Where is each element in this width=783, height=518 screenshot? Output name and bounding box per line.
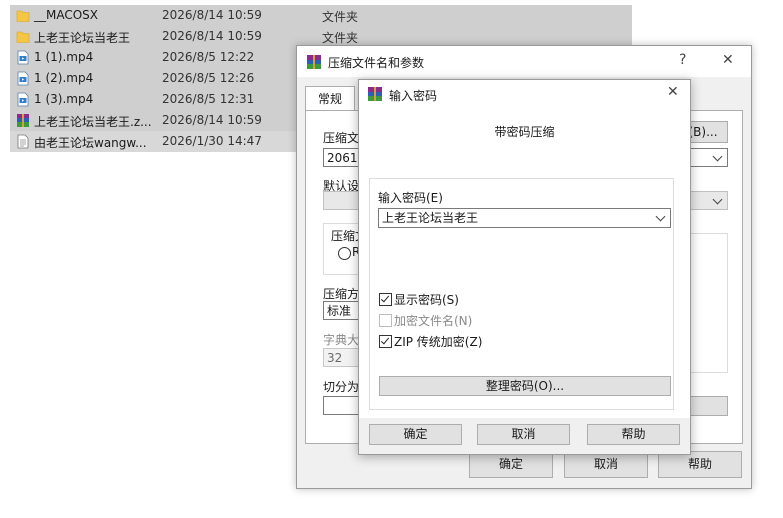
ok-button[interactable]: 确定 [469,451,553,478]
winrar-icon [368,87,382,101]
cancel-button[interactable]: 取消 [477,424,570,445]
password-group: 输入密码(E) 上老王论坛当老王 显示密码(S) 加密文件名(N) ZIP 传统… [369,178,674,410]
file-row[interactable]: __MACOSX 2026/8/14 10:59 文件夹 [10,5,632,26]
file-name: 1 (3).mp4 [34,92,94,106]
ok-button[interactable]: 确定 [369,424,462,445]
archive-name-label: 压缩文 [323,131,360,145]
file-date: 2026/8/14 10:59 [162,29,262,43]
file-date: 2026/8/5 12:26 [162,71,255,85]
help-icon[interactable]: ? [679,52,686,68]
cancel-button-label: 取消 [593,457,618,471]
text-file-icon [17,134,29,149]
encrypt-filenames-label: 加密文件名(N) [394,314,473,328]
file-date: 2026/8/5 12:22 [162,50,255,64]
folder-icon [16,31,30,43]
file-name: 1 (1).mp4 [34,50,94,64]
zip-legacy-checkbox[interactable] [379,335,392,348]
file-type: 文件夹 [322,10,359,24]
file-name: 上老王论坛当老王.z... [34,115,152,129]
password-heading: 带密码压缩 [494,125,555,139]
show-password-label: 显示密码(S) [394,293,459,307]
help-button[interactable]: 帮助 [658,451,742,478]
help-button-label: 帮助 [687,457,712,471]
file-date: 2026/8/14 10:59 [162,113,262,127]
dictionary-label: 字典大 [323,333,360,347]
file-row[interactable]: 上老王论坛当老王 2026/8/14 10:59 文件夹 [10,26,632,47]
browse-button-label: (B)... [688,125,718,139]
show-password-checkbox[interactable] [379,293,392,306]
archive-dialog-title: 压缩文件名和参数 [328,56,425,70]
cancel-button-label: 取消 [511,427,536,441]
close-icon[interactable]: ✕ [722,52,734,68]
password-dialog-title: 输入密码 [389,89,438,103]
video-file-icon [17,50,29,65]
video-file-icon [17,71,29,86]
enter-password-dialog: 输入密码 ✕ 带密码压缩 输入密码(E) 上老王论坛当老王 显示密码(S) 加密… [358,79,691,455]
archive-dialog-titlebar[interactable]: 压缩文件名和参数 ? ✕ [297,46,751,77]
tab-general[interactable]: 常规 [305,86,355,111]
file-date: 2026/1/30 14:47 [162,134,262,148]
format-radio[interactable] [338,247,351,260]
file-name: 1 (2).mp4 [34,71,94,85]
close-icon[interactable]: ✕ [667,84,679,100]
winrar-icon [307,55,321,69]
options-group [686,233,728,373]
encrypt-filenames-checkbox[interactable] [379,314,392,327]
dictionary-value: 32 [327,351,343,365]
organize-passwords-button[interactable]: 整理密码(O)... [379,376,671,396]
file-type: 文件夹 [322,31,359,45]
ok-button-label: 确定 [403,427,428,441]
file-date: 2026/8/5 12:31 [162,92,255,106]
password-input[interactable]: 上老王论坛当老王 [378,208,671,228]
folder-icon [16,10,30,22]
zip-legacy-label: ZIP 传统加密(Z) [394,335,483,349]
file-date: 2026/8/14 10:59 [162,8,262,22]
enter-password-label: 输入密码(E) [378,191,443,205]
dictionary-select[interactable]: 32 [323,348,363,367]
password-value: 上老王论坛当老王 [382,211,479,225]
file-name: __MACOSX [34,8,99,22]
help-button-label: 帮助 [621,427,646,441]
method-select[interactable]: 标准 [323,301,363,320]
method-value: 标准 [327,304,352,318]
file-name: 由老王论坛wangw... [34,136,147,150]
ok-button-label: 确定 [498,457,523,471]
password-dialog-titlebar[interactable]: 输入密码 ✕ [359,80,690,108]
cancel-button[interactable]: 取消 [564,451,648,478]
winrar-archive-icon [17,114,29,127]
video-file-icon [17,92,29,107]
method-label: 压缩方 [323,287,360,301]
file-name: 上老王论坛当老王 [34,31,131,45]
help-button[interactable]: 帮助 [587,424,680,445]
organize-passwords-label: 整理密码(O)... [485,379,565,393]
split-label: 切分为 [323,380,360,394]
split-input[interactable] [323,396,363,415]
password-panel: 带密码压缩 输入密码(E) 上老王论坛当老王 显示密码(S) 加密文件名(N) … [359,108,690,418]
